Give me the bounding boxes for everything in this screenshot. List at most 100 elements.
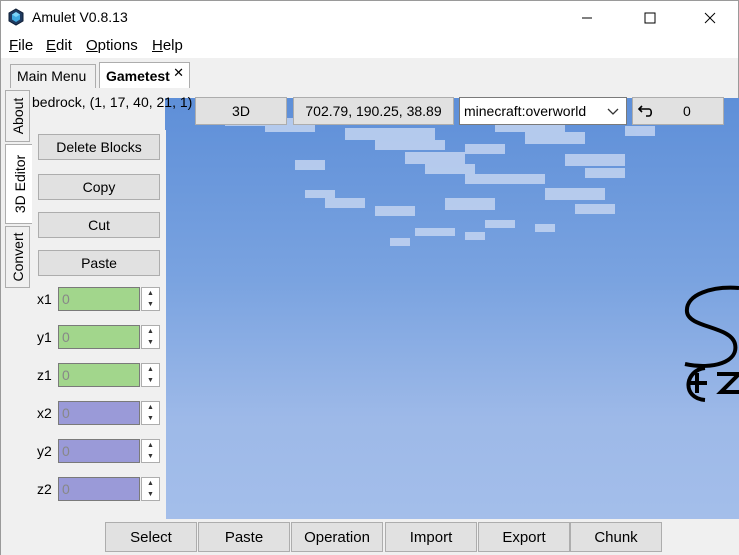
x1-stepper[interactable]: ▲ ▼ [141, 287, 160, 311]
block-info-readout: bedrock, (1, 17, 40, 21, 1) [32, 94, 193, 110]
tool-chunk-button[interactable]: Chunk [570, 522, 662, 552]
coord-row-x2: x2 0 ▲ ▼ [32, 399, 166, 427]
tool-chunk-label: Chunk [594, 528, 638, 546]
spin-up-icon[interactable]: ▲ [142, 326, 159, 337]
menu-bar: File Edit Options Help [0, 34, 739, 58]
copy-button[interactable]: Copy [38, 174, 160, 200]
side-tab-3d-editor-label: 3D Editor [11, 154, 28, 214]
view-mode-button[interactable]: 3D [195, 97, 287, 125]
z1-label: z1 [37, 367, 52, 383]
operations-panel: Delete Blocks Copy Cut Paste x1 0 ▲ ▼ y1 … [32, 130, 166, 519]
tab-main-menu[interactable]: Main Menu [10, 64, 96, 88]
chevron-down-icon [607, 108, 619, 115]
camera-position-button[interactable]: 702.79, 190.25, 38.89 [293, 97, 454, 125]
x2-label: x2 [37, 405, 52, 421]
maximize-button[interactable] [627, 1, 673, 34]
y2-label: y2 [37, 443, 52, 459]
menu-file-mnemonic: F [9, 37, 19, 54]
axis-gizmo [684, 285, 739, 402]
view-mode-label: 3D [232, 103, 250, 119]
undo-icon [637, 105, 653, 117]
camera-position-label: 702.79, 190.25, 38.89 [305, 103, 442, 119]
tab-main-menu-label: Main Menu [17, 68, 87, 84]
spin-down-icon[interactable]: ▼ [142, 337, 159, 348]
x2-stepper[interactable]: ▲ ▼ [141, 401, 160, 425]
x1-input[interactable]: 0 [58, 287, 140, 311]
tool-select-button[interactable]: Select [105, 522, 197, 552]
y2-input[interactable]: 0 [58, 439, 140, 463]
side-tab-about[interactable]: About [5, 90, 30, 142]
x2-input[interactable]: 0 [58, 401, 140, 425]
side-tab-convert[interactable]: Convert [5, 226, 30, 288]
spin-up-icon[interactable]: ▲ [142, 478, 159, 489]
delete-blocks-button[interactable]: Delete Blocks [38, 134, 160, 160]
cut-button[interactable]: Cut [38, 212, 160, 238]
dimension-value: minecraft:overworld [464, 103, 587, 119]
spin-up-icon[interactable]: ▲ [142, 288, 159, 299]
window-title: Amulet V0.8.13 [32, 9, 128, 25]
menu-options-mnemonic: O [86, 37, 98, 54]
menu-edit[interactable]: Edit [46, 37, 72, 54]
minimize-button[interactable] [564, 1, 610, 34]
tool-select-label: Select [130, 528, 172, 546]
amulet-logo-icon [8, 8, 24, 26]
coord-row-z1: z1 0 ▲ ▼ [32, 361, 166, 389]
z2-label: z2 [37, 481, 52, 497]
spin-down-icon[interactable]: ▼ [142, 413, 159, 424]
spin-up-icon[interactable]: ▲ [142, 440, 159, 451]
tool-import-label: Import [409, 528, 453, 546]
menu-options-label: ptions [97, 37, 138, 54]
menu-help[interactable]: Help [152, 37, 183, 54]
tab-world-label: Gametest [106, 68, 170, 84]
menu-options[interactable]: Options [86, 37, 138, 54]
minimize-icon [582, 17, 592, 18]
cut-label: Cut [88, 217, 110, 233]
world-editor: About 3D Editor Convert bedrock, (1, 17,… [0, 88, 739, 555]
copy-label: Copy [82, 179, 116, 195]
tool-export-button[interactable]: Export [478, 522, 570, 552]
coord-row-y2: y2 0 ▲ ▼ [32, 437, 166, 465]
side-tab-convert-label: Convert [9, 232, 26, 282]
menu-help-mnemonic: H [152, 37, 163, 54]
delete-blocks-label: Delete Blocks [56, 139, 142, 155]
z1-stepper[interactable]: ▲ ▼ [141, 363, 160, 387]
spin-down-icon[interactable]: ▼ [142, 489, 159, 500]
3d-viewport[interactable] [165, 98, 739, 555]
menu-edit-mnemonic: E [46, 37, 57, 54]
menu-file[interactable]: File [9, 37, 33, 54]
side-tab-about-label: About [9, 97, 26, 135]
spin-up-icon[interactable]: ▲ [142, 364, 159, 375]
undo-count: 0 [683, 103, 691, 119]
y1-label: y1 [37, 329, 52, 345]
coord-row-x1: x1 0 ▲ ▼ [32, 285, 166, 313]
paste-label: Paste [81, 255, 117, 271]
tool-import-button[interactable]: Import [385, 522, 477, 552]
title-bar: Amulet V0.8.13 [0, 0, 739, 34]
menu-edit-label: dit [56, 37, 72, 54]
tool-paste-button[interactable]: Paste [198, 522, 290, 552]
side-tab-3d-editor[interactable]: 3D Editor [5, 144, 33, 224]
menu-help-label: elp [162, 37, 183, 54]
y1-stepper[interactable]: ▲ ▼ [141, 325, 160, 349]
z2-stepper[interactable]: ▲ ▼ [141, 477, 160, 501]
spin-down-icon[interactable]: ▼ [142, 451, 159, 462]
dimension-select[interactable]: minecraft:overworld [459, 97, 627, 125]
tool-operation-button[interactable]: Operation [291, 522, 383, 552]
spin-up-icon[interactable]: ▲ [142, 402, 159, 413]
z1-input[interactable]: 0 [58, 363, 140, 387]
tab-world-gametest[interactable]: Gametest ✕ [99, 62, 190, 89]
x1-label: x1 [37, 291, 52, 307]
close-tab-icon[interactable]: ✕ [173, 65, 184, 81]
tool-export-label: Export [502, 528, 546, 546]
paste-button[interactable]: Paste [38, 250, 160, 276]
coord-row-y1: y1 0 ▲ ▼ [32, 323, 166, 351]
menu-file-label: ile [18, 37, 34, 54]
y2-stepper[interactable]: ▲ ▼ [141, 439, 160, 463]
z2-input[interactable]: 0 [58, 477, 140, 501]
y1-input[interactable]: 0 [58, 325, 140, 349]
spin-down-icon[interactable]: ▼ [142, 375, 159, 386]
undo-button[interactable]: 0 [632, 97, 724, 125]
close-window-button[interactable] [687, 1, 733, 34]
spin-down-icon[interactable]: ▼ [142, 299, 159, 310]
close-icon [704, 12, 716, 23]
